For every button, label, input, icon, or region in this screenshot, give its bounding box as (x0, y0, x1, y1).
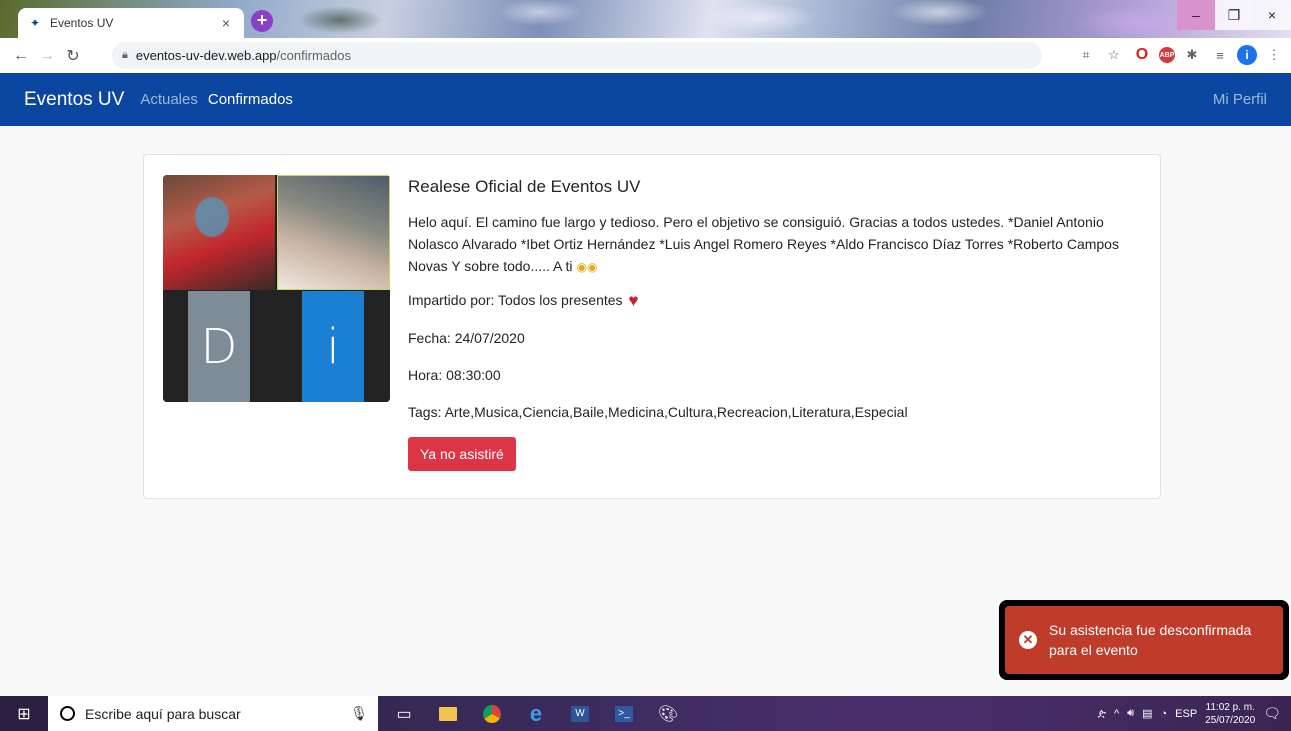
url-host: eventos-uv-dev.web.app (135, 48, 277, 63)
powershell-icon[interactable]: >_ (604, 696, 644, 731)
close-window-button[interactable]: × (1253, 0, 1291, 30)
avatar-tile-d: D (188, 291, 250, 402)
action-center-icon[interactable]: 🗨︎ (1263, 705, 1281, 722)
task-view-icon[interactable]: ▭ (384, 696, 424, 731)
address-bar[interactable]: 🔒︎ eventos-uv-dev.web.app /confirmados (112, 42, 1042, 69)
clock-time: 11:02 p. m. (1205, 701, 1255, 713)
word-icon[interactable]: W (560, 696, 600, 731)
reload-icon[interactable]: ↻ (60, 46, 86, 66)
taskbar-search-box[interactable]: Escribe aquí para buscar 🎙︎ (48, 696, 378, 731)
nav-link-mi-perfil[interactable]: Mi Perfil (1213, 91, 1267, 108)
toast-message: Su asistencia fue desconfirmada para el … (1049, 620, 1251, 660)
event-image: D i (163, 175, 390, 402)
tab-title: Eventos UV (50, 16, 114, 30)
tab-close-icon[interactable]: × (218, 15, 234, 31)
error-x-icon: ✕ (1019, 631, 1037, 649)
nav-link-confirmados[interactable]: Confirmados (208, 91, 293, 108)
glasses-emoji-icon: ◉◉ (576, 260, 598, 274)
back-arrow-icon[interactable]: ← (8, 47, 34, 65)
taskbar-apps: ▭ e W >_ 🎨︎ (384, 696, 688, 731)
cortana-circle-icon (60, 706, 75, 721)
minimize-button[interactable]: – (1177, 0, 1215, 30)
opera-icon[interactable]: O (1131, 44, 1153, 66)
url-path: /confirmados (276, 48, 351, 63)
profile-avatar-icon[interactable]: i (1237, 45, 1257, 65)
event-description-text: Helo aquí. El camino fue largo y tedioso… (408, 214, 1119, 274)
taskbar-search-placeholder: Escribe aquí para buscar (85, 705, 241, 722)
bookmark-star-icon[interactable]: ☆ (1103, 44, 1125, 66)
browser-tab[interactable]: ✦ Eventos UV × (18, 8, 244, 38)
event-card: D i Realese Oficial de Eventos UV Helo a… (143, 154, 1161, 499)
event-description: Helo aquí. El camino fue largo y tedioso… (408, 211, 1128, 278)
window-controls: – ❐ × (1177, 0, 1291, 30)
tray-chevron-up-icon[interactable]: ^ (1114, 708, 1119, 720)
adblock-icon[interactable]: ABP (1159, 47, 1175, 63)
video-tile-participant-3: D (163, 291, 275, 402)
system-tray: ዽ ^ 🔊︎ ▤ ◔ ESP 11:02 p. m. 25/07/2020 🗨︎ (1098, 701, 1291, 727)
menu-kebab-icon[interactable]: ⋮ (1263, 44, 1285, 66)
toast-body: ✕ Su asistencia fue desconfirmada para e… (1005, 606, 1283, 674)
chrome-icon[interactable] (472, 696, 512, 731)
video-tile-participant-2 (277, 175, 390, 290)
cancel-attendance-button[interactable]: Ya no asistiré (408, 437, 516, 471)
event-instructor: Impartido por: Todos los presentes ♥ (408, 290, 1128, 311)
browser-tabstrip: ✦ Eventos UV × + – ❐ × (0, 0, 1291, 38)
edge-icon[interactable]: e (516, 696, 556, 731)
restore-button[interactable]: ❐ (1215, 0, 1253, 30)
toast-notification[interactable]: ✕ Su asistencia fue desconfirmada para e… (999, 600, 1289, 680)
taskbar-clock[interactable]: 11:02 p. m. 25/07/2020 (1205, 701, 1255, 727)
app-navbar: Eventos UV Actuales Confirmados Mi Perfi… (0, 73, 1291, 126)
event-instructor-text: Impartido por: Todos los presentes (408, 292, 623, 308)
network-icon[interactable]: ▤ (1142, 707, 1152, 720)
file-explorer-icon[interactable] (428, 696, 468, 731)
translate-icon[interactable]: ⌗ (1075, 44, 1097, 66)
volume-icon[interactable]: 🔊︎ (1127, 707, 1134, 720)
wifi-icon[interactable]: ◔ (1160, 708, 1167, 720)
event-content: Realese Oficial de Eventos UV Helo aquí.… (408, 177, 1128, 471)
windows-start-icon[interactable]: ⊞ (0, 696, 48, 731)
extension-icons: ⌗ ☆ O ABP ✱ ≡ i ⋮ (1075, 44, 1285, 66)
heart-icon: ♥ (628, 291, 639, 310)
reading-list-icon[interactable]: ≡ (1209, 44, 1231, 66)
toast-message-line2: para el evento (1049, 642, 1138, 658)
event-tags: Tags: Arte,Musica,Ciencia,Baile,Medicina… (408, 404, 908, 420)
event-time: Hora: 08:30:00 (408, 367, 501, 383)
new-tab-button[interactable]: + (251, 10, 273, 32)
forward-arrow-icon[interactable]: → (34, 47, 60, 65)
event-title: Realese Oficial de Eventos UV (408, 177, 641, 196)
lock-icon: 🔒︎ (122, 49, 128, 61)
microphone-icon[interactable]: 🎙︎ (350, 705, 368, 722)
people-icon[interactable]: ዽ (1098, 707, 1106, 720)
clock-date: 25/07/2020 (1205, 714, 1256, 726)
video-tile-participant-1 (163, 175, 275, 290)
extensions-puzzle-icon[interactable]: ✱ (1181, 44, 1203, 66)
browser-toolbar: ← → ↻ 🔒︎ eventos-uv-dev.web.app /confirm… (0, 38, 1291, 73)
toast-message-line1: Su asistencia fue desconfirmada (1049, 622, 1252, 638)
windows-taskbar: ⊞ Escribe aquí para buscar 🎙︎ ▭ e W >_ 🎨… (0, 696, 1291, 731)
brand-logo[interactable]: Eventos UV (24, 89, 124, 111)
avatar-tile-i: i (302, 291, 364, 402)
video-tile-participant-4: i (277, 291, 390, 402)
language-indicator[interactable]: ESP (1175, 708, 1197, 720)
event-date: Fecha: 24/07/2020 (408, 330, 525, 346)
site-favicon-icon: ✦ (29, 16, 41, 30)
nav-link-actuales[interactable]: Actuales (140, 91, 198, 108)
paint-icon[interactable]: 🎨︎ (648, 696, 688, 731)
